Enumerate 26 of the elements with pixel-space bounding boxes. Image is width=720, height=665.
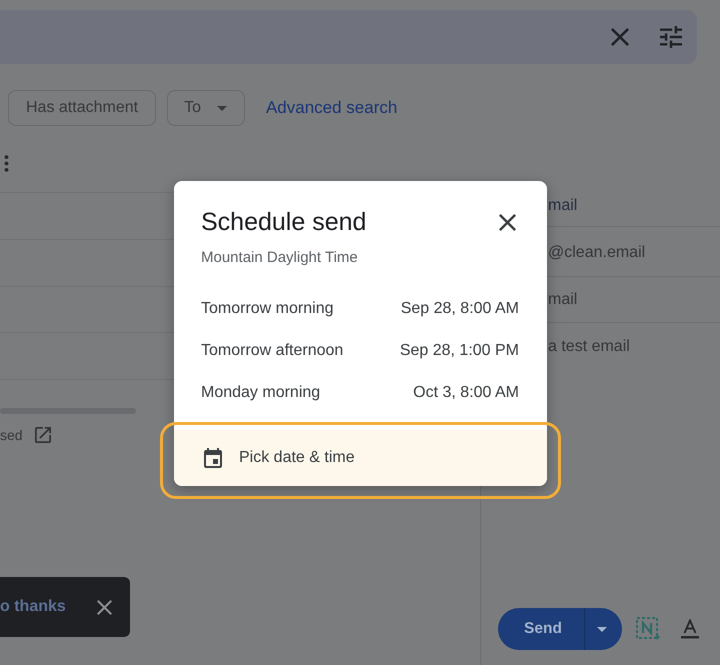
option-time: Sep 28, 8:00 AM xyxy=(400,300,519,318)
close-icon[interactable] xyxy=(96,600,112,614)
option-time: Oct 3, 8:00 AM xyxy=(413,384,519,402)
tune-icon[interactable] xyxy=(660,26,682,48)
message-body[interactable]: a test email xyxy=(547,337,630,357)
caret-icon xyxy=(596,626,606,632)
caret-icon xyxy=(216,106,227,110)
storage-text: sed xyxy=(0,427,23,443)
option-label[interactable]: Tomorrow morning xyxy=(201,300,334,318)
option-label[interactable]: Tomorrow afternoon xyxy=(201,342,344,360)
filter-chip[interactable]: Has attachment xyxy=(8,90,156,126)
close-icon[interactable] xyxy=(499,214,516,230)
calendar-icon xyxy=(204,448,222,468)
timezone-label: Mountain Daylight Time xyxy=(201,248,358,268)
external-link-icon[interactable] xyxy=(34,427,51,443)
more-icon[interactable] xyxy=(4,155,9,172)
pick-date-time-button[interactable]: Pick date & time xyxy=(174,430,547,486)
text-format-icon[interactable] xyxy=(681,619,699,639)
dialog-title: Schedule send xyxy=(201,207,366,237)
advanced-search-link[interactable]: Advanced search xyxy=(266,98,398,118)
schedule-menu-button[interactable] xyxy=(584,608,622,650)
option-label[interactable]: Monday morning xyxy=(201,384,320,402)
option-time: Sep 28, 1:00 PM xyxy=(400,342,519,360)
dismiss-button[interactable]: o thanks xyxy=(0,598,66,616)
dropdown-chip[interactable]: To xyxy=(167,90,245,126)
send-button[interactable]: Send xyxy=(498,608,584,650)
